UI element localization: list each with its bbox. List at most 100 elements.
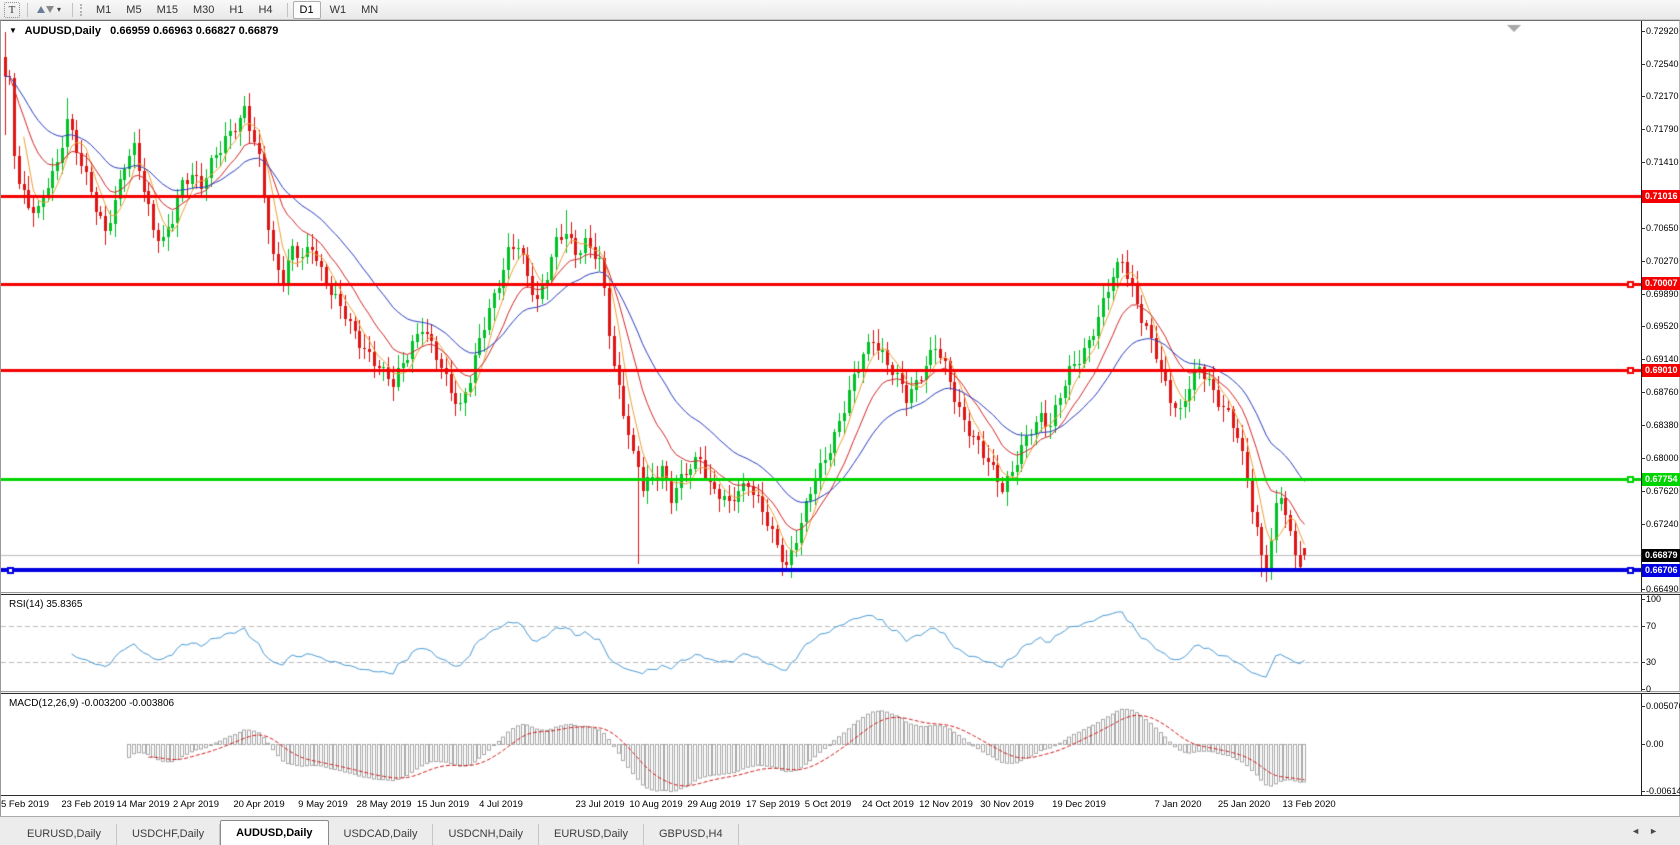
price-tick — [1641, 162, 1645, 163]
chart-tab-usdcad-daily[interactable]: USDCAD,Daily — [329, 824, 434, 845]
time-axis[interactable]: 5 Feb 201923 Feb 201914 Mar 20192 Apr 20… — [1, 799, 1641, 815]
chart-tab-audusd-daily[interactable]: AUDUSD,Daily — [220, 820, 328, 845]
price-tick-label: 0.71790 — [1646, 124, 1679, 134]
date-label: 23 Feb 2019 — [61, 799, 114, 810]
timeframe-button-m30[interactable]: M30 — [187, 2, 220, 18]
macd-indicator-canvas[interactable] — [1, 695, 1641, 795]
price-tick-label: 0.70270 — [1646, 256, 1679, 266]
price-tick — [1641, 326, 1645, 327]
date-label: 23 Jul 2019 — [575, 799, 624, 810]
date-label: 7 Jan 2020 — [1154, 799, 1201, 810]
rsi-tick — [1641, 689, 1645, 690]
macd-tick-label: 0.00 — [1646, 739, 1664, 749]
macd-tick — [1641, 791, 1645, 792]
date-label: 15 Jun 2019 — [417, 799, 469, 810]
date-label: 19 Dec 2019 — [1052, 799, 1106, 810]
chart-tab-gbpusd-h4[interactable]: GBPUSD,H4 — [644, 824, 739, 845]
tab-scroll-right-icon[interactable]: ► — [1649, 826, 1658, 836]
chart-tab-bar: EURUSD,DailyUSDCHF,DailyAUDUSD,DailyUSDC… — [0, 816, 1680, 845]
chart-tab-eurusd-daily[interactable]: EURUSD,Daily — [12, 824, 117, 845]
chart-ohlc-values: 0.66959 0.66963 0.66827 0.66879 — [110, 25, 278, 37]
price-tick-label: 0.69140 — [1646, 354, 1679, 364]
panel-separator[interactable] — [1, 691, 1680, 694]
price-tick-label: 0.68380 — [1646, 420, 1679, 430]
date-label: 12 Nov 2019 — [919, 799, 973, 810]
timeframe-button-h4[interactable]: H4 — [252, 2, 278, 18]
collapse-quotes-icon[interactable]: ▼ — [9, 26, 17, 35]
date-label: 24 Oct 2019 — [862, 799, 914, 810]
rsi-tick-label: 100 — [1646, 594, 1661, 604]
date-label: 13 Feb 2020 — [1282, 799, 1335, 810]
toolbar-grip[interactable] — [80, 4, 84, 16]
timeframe-button-m1[interactable]: M1 — [90, 2, 117, 18]
price-tick — [1641, 31, 1645, 32]
date-label: 29 Aug 2019 — [687, 799, 740, 810]
price-tick-label: 0.68000 — [1646, 453, 1679, 463]
price-line-tag-0.70007: 0.70007 — [1642, 277, 1680, 290]
chart-symbol-label: AUDUSD,Daily — [25, 25, 101, 37]
price-line-tag-0.66706: 0.66706 — [1642, 564, 1680, 577]
price-tick-label: 0.69890 — [1646, 289, 1679, 299]
macd-indicator-label: MACD(12,26,9) -0.003200 -0.003806 — [9, 698, 174, 709]
date-label: 28 May 2019 — [357, 799, 412, 810]
chart-tab-usdcnh-daily[interactable]: USDCNH,Daily — [433, 824, 539, 845]
price-tick — [1641, 589, 1645, 590]
price-tick — [1641, 425, 1645, 426]
timeframe-button-d1[interactable]: D1 — [293, 1, 321, 19]
price-tick — [1641, 491, 1645, 492]
price-tick-label: 0.68760 — [1646, 387, 1679, 397]
date-label: 25 Jan 2020 — [1218, 799, 1270, 810]
price-tick-label: 0.71410 — [1646, 157, 1679, 167]
rsi-tick-label: 70 — [1646, 621, 1656, 631]
chart-tab-eurusd-daily[interactable]: EURUSD,Daily — [539, 824, 644, 845]
date-label: 9 May 2019 — [298, 799, 348, 810]
price-line-tag-0.67754: 0.67754 — [1642, 473, 1680, 486]
price-line-tag-0.71016: 0.71016 — [1642, 190, 1680, 203]
date-label: 5 Feb 2019 — [1, 799, 49, 810]
price-tick-label: 0.66490 — [1646, 584, 1679, 594]
date-label: 20 Apr 2019 — [233, 799, 284, 810]
timeframe-toolbar: M1M5M15M30H1H4 D1W1MN — [90, 1, 387, 19]
mt4-terminal: T ▾ M1M5M15M30H1H4 D1W1MN ▼ AUDUSD,Daily … — [0, 0, 1680, 845]
chart-title: ▼ AUDUSD,Daily 0.66959 0.66963 0.66827 0… — [9, 25, 278, 37]
macd-tick-label: -0.00614 — [1646, 786, 1680, 796]
chart-tab-usdchf-daily[interactable]: USDCHF,Daily — [117, 824, 220, 845]
date-label: 30 Nov 2019 — [980, 799, 1034, 810]
timeframe-button-m15[interactable]: M15 — [151, 2, 184, 18]
toolbar-separator — [72, 3, 73, 17]
timeframe-button-h1[interactable]: H1 — [223, 2, 249, 18]
macd-tick — [1641, 744, 1645, 745]
rsi-indicator-label: RSI(14) 35.8365 — [9, 599, 82, 610]
timeframe-button-w1[interactable]: W1 — [324, 2, 353, 18]
chart-window: ▼ AUDUSD,Daily 0.66959 0.66963 0.66827 0… — [0, 20, 1680, 816]
price-chart-canvas[interactable] — [1, 23, 1641, 593]
rsi-tick — [1641, 599, 1645, 600]
arrow-down-icon — [46, 6, 54, 13]
price-tick — [1641, 294, 1645, 295]
toolbar-separator — [287, 3, 288, 17]
rsi-tick — [1641, 662, 1645, 663]
price-tick — [1641, 392, 1645, 393]
price-tick — [1641, 458, 1645, 459]
rsi-tick — [1641, 626, 1645, 627]
arrow-up-icon — [37, 6, 45, 13]
date-label: 17 Sep 2019 — [746, 799, 800, 810]
price-tick-label: 0.72920 — [1646, 26, 1679, 36]
price-tick — [1641, 64, 1645, 65]
price-tick-label: 0.67620 — [1646, 486, 1679, 496]
rsi-indicator-canvas[interactable] — [1, 596, 1641, 692]
chevron-down-icon: ▾ — [57, 5, 61, 14]
date-label: 14 Mar 2019 — [116, 799, 169, 810]
date-label: 4 Jul 2019 — [479, 799, 523, 810]
panel-separator[interactable] — [1, 592, 1680, 595]
timeframe-button-m5[interactable]: M5 — [120, 2, 147, 18]
price-line-tag-0.69010: 0.69010 — [1642, 364, 1680, 377]
price-tick-label: 0.72170 — [1646, 91, 1679, 101]
arrows-tool-button[interactable]: ▾ — [33, 1, 65, 19]
timeframe-button-mn[interactable]: MN — [355, 2, 384, 18]
price-tick-label: 0.67240 — [1646, 519, 1679, 529]
text-tool-button[interactable]: T — [4, 2, 20, 18]
price-tick — [1641, 228, 1645, 229]
price-axis[interactable]: 0.729200.725400.721700.717900.714100.706… — [1642, 21, 1680, 796]
tab-scroll-left-icon[interactable]: ◄ — [1631, 826, 1640, 836]
